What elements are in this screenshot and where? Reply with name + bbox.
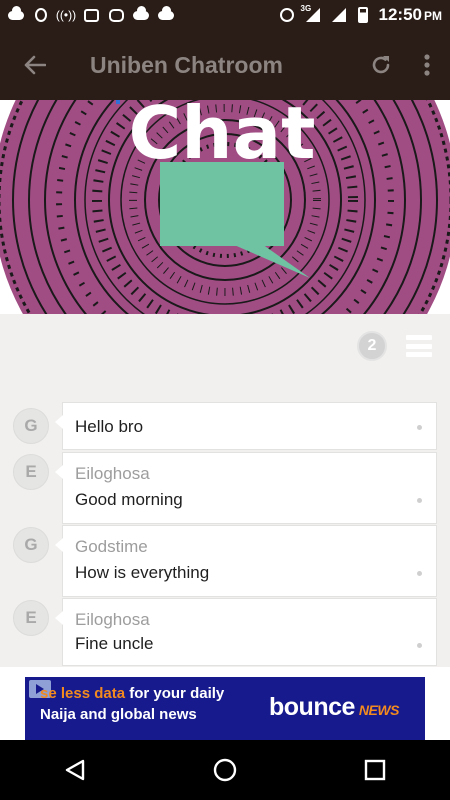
ad-area: se less data for your daily Naija and gl… bbox=[0, 667, 450, 740]
status-dot-icon bbox=[417, 498, 422, 503]
cloud-icon bbox=[158, 5, 174, 22]
avatar[interactable]: E bbox=[13, 600, 49, 636]
status-dot-icon bbox=[417, 571, 422, 576]
clock-time: 12:50 bbox=[378, 5, 422, 24]
message-bubble[interactable]: Eiloghosa Good morning bbox=[55, 452, 437, 524]
status-bar: ((•)) 3G 12:50 PM bbox=[0, 0, 450, 30]
image-icon bbox=[83, 8, 99, 22]
instagram-icon bbox=[108, 8, 124, 22]
ad-subline: Naija and global news bbox=[40, 706, 197, 723]
cloud-icon bbox=[8, 5, 24, 22]
message-text: Hello bro bbox=[75, 417, 144, 436]
back-button[interactable] bbox=[0, 30, 70, 100]
online-count-badge[interactable]: 2 bbox=[357, 331, 387, 361]
cloud-icon bbox=[133, 5, 149, 22]
nav-back-icon bbox=[65, 759, 85, 781]
hotspot-icon bbox=[279, 8, 295, 22]
ad-brand-name: bounce bbox=[269, 693, 355, 721]
list-item: E Eiloghosa Fine uncle bbox=[0, 598, 450, 666]
page-title: Uniben Chatroom bbox=[90, 51, 283, 78]
ad-brand: bounce NEWS bbox=[269, 693, 399, 722]
hotspot-icon: ((•)) bbox=[55, 8, 77, 22]
status-dot-icon bbox=[417, 643, 422, 648]
opera-icon bbox=[33, 8, 49, 22]
message-bubble[interactable]: Hello bro bbox=[55, 402, 437, 450]
list-item: G Hello bro bbox=[0, 402, 450, 450]
more-vert-icon bbox=[424, 54, 430, 76]
nav-home-icon bbox=[213, 758, 237, 782]
nav-back-button[interactable] bbox=[35, 740, 115, 800]
message-text: Fine uncle bbox=[75, 634, 154, 653]
list-item: G Godstime How is everything bbox=[0, 525, 450, 597]
ad-headline: se less data for your daily bbox=[40, 685, 224, 702]
nav-recents-icon bbox=[364, 759, 386, 781]
clock-ampm: PM bbox=[424, 9, 442, 23]
nav-recents-button[interactable] bbox=[335, 740, 415, 800]
message-sender: Godstime bbox=[75, 537, 148, 556]
list-item: E Eiloghosa Good morning bbox=[0, 452, 450, 524]
message-bubble[interactable]: Eiloghosa Fine uncle bbox=[55, 598, 437, 666]
avatar[interactable]: E bbox=[13, 454, 49, 490]
network-type: 3G bbox=[300, 4, 312, 13]
more-options-button[interactable] bbox=[404, 30, 450, 100]
status-dot-icon bbox=[417, 425, 422, 430]
ad-headline-rest: for your daily bbox=[125, 685, 225, 702]
message-text: Good morning bbox=[75, 490, 183, 509]
nav-home-button[interactable] bbox=[185, 740, 265, 800]
refresh-icon bbox=[372, 56, 390, 74]
signal-empty-icon bbox=[331, 8, 347, 22]
ad-brand-suffix: NEWS bbox=[358, 702, 400, 718]
ad-banner[interactable]: se less data for your daily Naija and gl… bbox=[25, 677, 425, 740]
app-bar: Uniben Chatroom bbox=[0, 30, 450, 100]
ad-headline-highlight: se less data bbox=[40, 685, 126, 702]
signal-icon: 3G bbox=[301, 4, 323, 22]
avatar[interactable]: G bbox=[13, 527, 49, 563]
refresh-button[interactable] bbox=[358, 30, 404, 100]
message-text: How is everything bbox=[75, 563, 210, 582]
message-bubble[interactable]: Godstime How is everything bbox=[55, 525, 437, 597]
message-sender: Eiloghosa bbox=[75, 464, 150, 483]
system-nav-bar bbox=[0, 740, 450, 800]
battery-charging-icon bbox=[355, 7, 371, 23]
chat-banner-art: Chat bbox=[0, 100, 450, 314]
clock: 12:50 PM bbox=[379, 5, 442, 25]
arrow-left-icon bbox=[24, 55, 46, 75]
chat-banner: Chat bbox=[0, 100, 450, 314]
message-sender: Eiloghosa bbox=[75, 610, 150, 629]
avatar[interactable]: G bbox=[13, 408, 49, 444]
hamburger-icon[interactable] bbox=[406, 333, 432, 359]
